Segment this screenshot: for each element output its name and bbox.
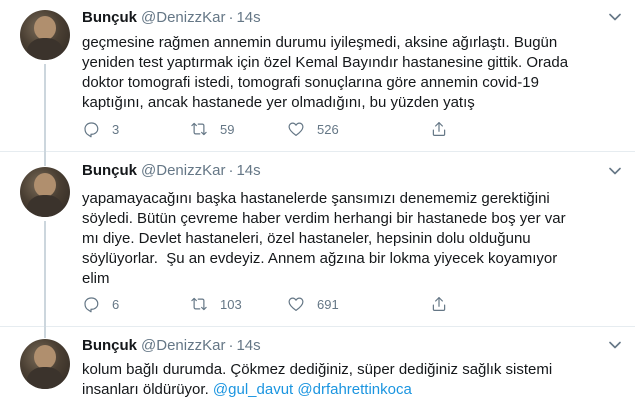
chevron-down-icon[interactable]	[609, 13, 621, 21]
chevron-down-icon[interactable]	[609, 167, 621, 175]
tweet-text-line: elim	[82, 270, 110, 287]
reply-count: 3	[112, 121, 120, 137]
tweet-text-line: doktor tomografi istedi, tomografi sonuç…	[82, 74, 539, 91]
tweet[interactable]: Bunçuk @DenizzKar · 14s geçmesine rağmen an…	[0, 0, 635, 152]
avatar[interactable]	[20, 339, 70, 389]
mention-link[interactable]: @drfahrettinkoca	[297, 381, 411, 398]
like-button[interactable]: 526	[287, 119, 339, 139]
tweet-text-line: yapamayacağını başka hastanelerde şansım…	[82, 190, 550, 207]
author-name[interactable]: Bunçuk	[82, 162, 137, 179]
tweet-timestamp[interactable]: 14s	[236, 162, 260, 179]
mention-link[interactable]: @gul_davut	[213, 381, 293, 398]
retweet-button[interactable]: 59	[190, 119, 234, 139]
author-handle[interactable]: @DenizzKar	[141, 9, 225, 26]
tweet-text: yapamayacağını başka hastanelerde şansım…	[82, 189, 621, 289]
share-button[interactable]	[430, 119, 448, 139]
tweet-text-line: söyledi. Bütün çevreme haber verdim herh…	[82, 210, 566, 227]
author-handle[interactable]: @DenizzKar	[141, 162, 225, 179]
tweet-text-line: kolum bağlı durumda. Çökmez dediğiniz, s…	[82, 361, 553, 378]
tweet-header: Bunçuk @DenizzKar · 14s	[82, 8, 261, 28]
reply-icon	[84, 297, 99, 313]
tweet[interactable]: Bunçuk @DenizzKar · 14s yapamayacağını başk…	[0, 152, 635, 327]
retweet-icon	[191, 122, 207, 136]
retweet-button[interactable]: 103	[190, 294, 242, 314]
tweet-text: kolum bağlı durumda. Çökmez dediğiniz, s…	[82, 360, 621, 400]
retweet-count: 59	[220, 121, 235, 137]
author-handle[interactable]: @DenizzKar	[141, 337, 225, 354]
avatar[interactable]	[20, 10, 70, 60]
share-icon	[432, 122, 446, 136]
separator-dot: ·	[228, 162, 234, 179]
reply-icon	[84, 122, 99, 138]
tweet-timestamp[interactable]: 14s	[236, 9, 260, 26]
tweet-header: Bunçuk @DenizzKar · 14s	[82, 161, 261, 181]
tweet-text: geçmesine rağmen annemin durumu iyileşme…	[82, 33, 621, 113]
thread-connector	[44, 64, 46, 152]
reply-button[interactable]: 3	[82, 119, 119, 139]
tweet-timestamp[interactable]: 14s	[236, 337, 260, 354]
like-count: 691	[317, 296, 339, 312]
thread-connector	[44, 327, 46, 338]
separator-dot: ·	[228, 337, 234, 354]
tweet-text-line: söylüyorlar. Şu an evdeyiz. Annem ağzına…	[82, 250, 558, 267]
thread-connector	[44, 152, 46, 166]
share-icon	[432, 297, 446, 311]
retweet-icon	[191, 297, 207, 311]
heart-icon	[288, 297, 304, 311]
author-name[interactable]: Bunçuk	[82, 9, 137, 26]
reply-count: 6	[112, 296, 120, 312]
tweet-text-line: yeniden test yaptırmak için özel Kemal B…	[82, 54, 569, 71]
tweet-thread: Bunçuk @DenizzKar · 14s geçmesine rağmen an…	[0, 0, 635, 407]
separator-dot: ·	[228, 9, 234, 26]
tweet-text-line: mı diye. Devlet hastaneleri, özel hastan…	[82, 230, 531, 247]
author-name[interactable]: Bunçuk	[82, 337, 137, 354]
tweet-header: Bunçuk @DenizzKar · 14s	[82, 336, 261, 356]
thread-connector	[44, 221, 46, 327]
tweet[interactable]: Bunçuk @DenizzKar · 14s kolum bağlı durumda…	[0, 327, 635, 407]
share-button[interactable]	[430, 294, 448, 314]
like-count: 526	[317, 121, 339, 137]
tweet-text-line: geçmesine rağmen annemin durumu iyileşme…	[82, 34, 558, 51]
like-button[interactable]: 691	[287, 294, 339, 314]
tweet-text-line: kaptığını, ancak hastanede yer olmadığın…	[82, 94, 475, 111]
chevron-down-icon[interactable]	[609, 341, 621, 349]
tweet-text-segment: insanları öldürüyor.	[82, 381, 209, 398]
tweet-text-line: insanları öldürüyor. @gul_davut @drfahre…	[82, 380, 621, 400]
heart-icon	[288, 122, 304, 136]
reply-button[interactable]: 6	[82, 294, 119, 314]
avatar[interactable]	[20, 167, 70, 217]
retweet-count: 103	[220, 296, 242, 312]
